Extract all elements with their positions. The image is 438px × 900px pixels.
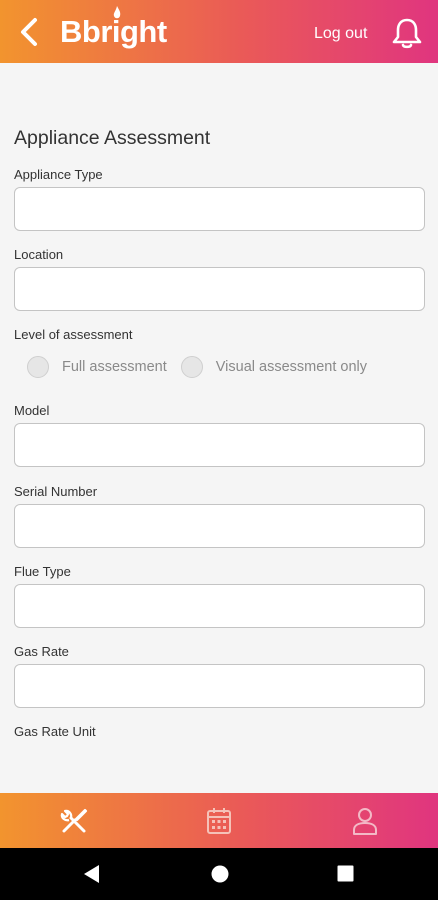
radio-circle[interactable]: [180, 356, 203, 378]
model-label: Model: [14, 403, 50, 418]
gas-rate-unit-label: Gas Rate Unit: [14, 724, 96, 739]
chevron-left-icon: [21, 18, 37, 46]
appliance-type-input[interactable]: [14, 187, 425, 231]
nav-calendar[interactable]: [203, 805, 235, 837]
gas-rate-label: Gas Rate: [14, 644, 69, 659]
serial-number-input[interactable]: [14, 504, 425, 548]
tools-icon: [60, 808, 88, 833]
location-input[interactable]: [14, 267, 425, 311]
radio-full-assessment[interactable]: Full assessment: [27, 356, 167, 378]
radio-circle[interactable]: [27, 356, 49, 378]
logout-button[interactable]: Log out: [314, 25, 367, 43]
flue-type-label: Flue Type: [14, 564, 71, 579]
nav-profile[interactable]: [349, 805, 381, 837]
radio-label: Full assessment: [62, 359, 167, 375]
back-button[interactable]: [14, 16, 44, 48]
assessment-level-label: Level of assessment: [14, 327, 133, 342]
app-header: Bbright Log out: [0, 0, 438, 63]
profile-icon: [353, 808, 377, 835]
assessment-level-radio-group: Full assessment Visual assessment only: [27, 356, 367, 378]
radio-label: Visual assessment only: [215, 359, 368, 375]
flame-icon: [113, 6, 121, 19]
serial-number-label: Serial Number: [14, 484, 98, 499]
bottom-navigation: [0, 793, 438, 848]
home-circle-icon[interactable]: [210, 864, 230, 884]
back-triangle-icon[interactable]: [83, 864, 101, 884]
calendar-icon: [207, 808, 231, 834]
gas-rate-input[interactable]: [14, 664, 425, 708]
system-navigation-bar: [0, 848, 438, 900]
model-input[interactable]: [14, 423, 425, 467]
radio-visual-assessment[interactable]: Visual assessment only: [180, 356, 368, 378]
appliance-type-label: Appliance Type: [14, 167, 103, 182]
nav-tools[interactable]: [58, 805, 90, 837]
flue-type-input[interactable]: [14, 584, 425, 628]
recents-square-icon[interactable]: [337, 865, 354, 882]
location-label: Location: [14, 247, 64, 262]
bell-icon[interactable]: [390, 16, 424, 50]
page-title: Appliance Assessment: [14, 127, 211, 149]
